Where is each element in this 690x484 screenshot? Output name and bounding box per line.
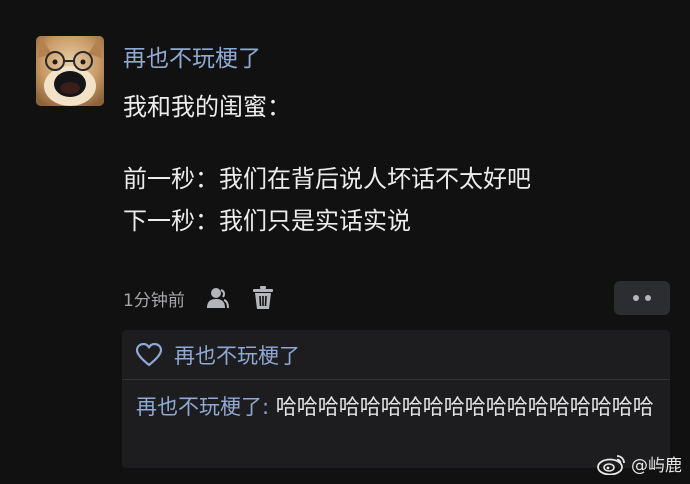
avatar[interactable]: [36, 36, 104, 106]
watermark: @屿鹿: [597, 451, 682, 476]
likes-row: 再也不玩梗了: [136, 340, 300, 370]
reply-comment: 再也不玩梗了: 哈哈哈哈哈哈哈哈哈哈哈哈哈哈哈哈哈哈: [136, 391, 661, 423]
liked-by-user[interactable]: 再也不玩梗了: [174, 340, 300, 370]
post-line: 下一秒：我们只是实话实说: [123, 207, 411, 235]
post-username[interactable]: 再也不玩梗了: [123, 44, 261, 74]
timestamp: 1分钟前: [123, 290, 185, 311]
post-line-blank: [123, 128, 663, 158]
post-body: 我和我的闺蜜： 前一秒：我们在背后说人坏话不太好吧 下一秒：我们只是实话实说: [123, 86, 663, 242]
post-line: 我和我的闺蜜：: [123, 93, 291, 121]
heart-icon[interactable]: [136, 343, 162, 367]
user-icon[interactable]: [203, 284, 231, 312]
divider: [122, 379, 670, 380]
post-meta: 1分钟前: [123, 283, 277, 313]
reply-author[interactable]: 再也不玩梗了:: [136, 395, 269, 419]
reply-box: 再也不玩梗了 再也不玩梗了: 哈哈哈哈哈哈哈哈哈哈哈哈哈哈哈哈哈哈: [122, 330, 670, 468]
more-icon: [633, 295, 639, 301]
reply-content: 哈哈哈哈哈哈哈哈哈哈哈哈哈哈哈哈哈哈: [269, 395, 654, 419]
shiba-avatar-image: [36, 36, 104, 106]
more-options-button[interactable]: [614, 281, 670, 315]
weibo-icon: [597, 453, 627, 475]
more-icon-dot: [645, 295, 651, 301]
watermark-text: @屿鹿: [631, 456, 682, 476]
trash-icon[interactable]: [249, 284, 277, 312]
post-line: 前一秒：我们在背后说人坏话不太好吧: [123, 165, 531, 193]
